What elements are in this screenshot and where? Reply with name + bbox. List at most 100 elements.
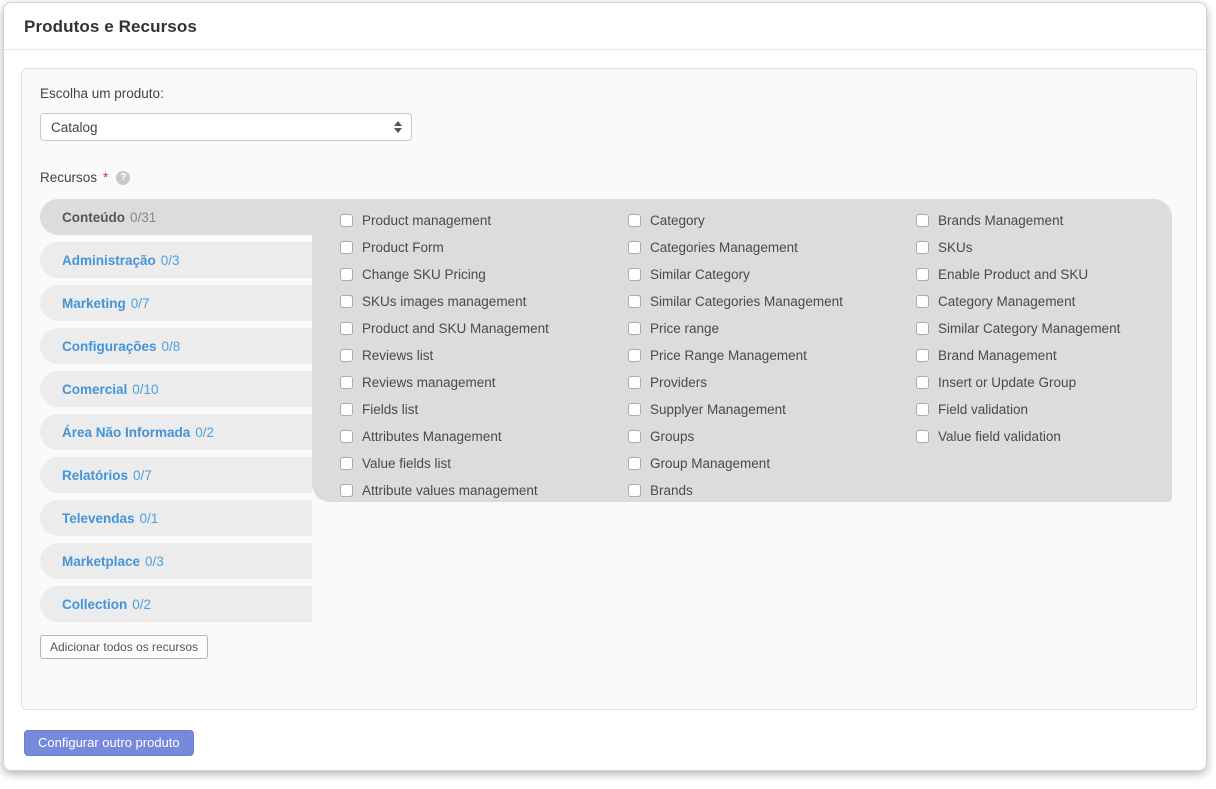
resource-checkbox[interactable] [916, 430, 929, 443]
resource-item-similar-category-management[interactable]: Similar Category Management [916, 315, 1172, 342]
tab-count: 0/7 [133, 467, 152, 483]
resource-item-product-and-sku-management[interactable]: Product and SKU Management [340, 315, 628, 342]
tab-collection[interactable]: Collection 0/2 [40, 586, 312, 622]
resource-checkbox-label: Similar Categories Management [650, 294, 843, 309]
resource-item-skus-images-management[interactable]: SKUs images management [340, 288, 628, 315]
resource-checkbox[interactable] [340, 295, 353, 308]
resource-checkbox[interactable] [340, 322, 353, 335]
product-select[interactable]: Catalog [40, 113, 412, 141]
resource-item-providers[interactable]: Providers [628, 369, 916, 396]
resource-item-product-management[interactable]: Product management [340, 207, 628, 234]
resource-checkbox[interactable] [916, 295, 929, 308]
resource-checkbox-label: Categories Management [650, 240, 798, 255]
resource-checkbox[interactable] [340, 376, 353, 389]
resource-checkbox[interactable] [628, 430, 641, 443]
resource-item-fields-list[interactable]: Fields list [340, 396, 628, 423]
tab-count: 0/8 [161, 338, 181, 354]
resource-item-categories-management[interactable]: Categories Management [628, 234, 916, 261]
resource-item-attributes-management[interactable]: Attributes Management [340, 423, 628, 450]
resource-item-reviews-list[interactable]: Reviews list [340, 342, 628, 369]
resource-checkbox[interactable] [628, 295, 641, 308]
resource-item-similar-category[interactable]: Similar Category [628, 261, 916, 288]
resource-checkbox-label: Category [650, 213, 705, 228]
resource-item-price-range[interactable]: Price range [628, 315, 916, 342]
resource-item-value-field-validation[interactable]: Value field validation [916, 423, 1172, 450]
tab-marketing[interactable]: Marketing 0/7 [40, 285, 312, 321]
resource-checkbox-label: Fields list [362, 402, 419, 417]
resource-item-brands[interactable]: Brands [628, 477, 916, 504]
resource-item-skus[interactable]: SKUs [916, 234, 1172, 261]
resource-checkbox[interactable] [628, 457, 641, 470]
resource-item-supplyer-management[interactable]: Supplyer Management [628, 396, 916, 423]
resource-item-product-form[interactable]: Product Form [340, 234, 628, 261]
resource-item-enable-product-and-sku[interactable]: Enable Product and SKU [916, 261, 1172, 288]
resource-item-brands-management[interactable]: Brands Management [916, 207, 1172, 234]
resource-checkbox[interactable] [340, 403, 353, 416]
resource-checkbox-label: Brands Management [938, 213, 1064, 228]
resource-checkbox[interactable] [916, 241, 929, 254]
resource-checkbox-label: Groups [650, 429, 695, 444]
configure-other-product-button[interactable]: Configurar outro produto [24, 730, 194, 756]
resource-checkbox[interactable] [916, 268, 929, 281]
tab-area-nao-informada[interactable]: Área Não Informada 0/2 [40, 414, 312, 450]
resource-checkbox[interactable] [340, 241, 353, 254]
resource-checkbox[interactable] [916, 349, 929, 362]
checkbox-column: Category Categories Management Similar Cat… [628, 207, 916, 502]
tab-count: 0/2 [132, 596, 152, 612]
resource-checkbox[interactable] [628, 403, 641, 416]
tab-televendas[interactable]: Televendas 0/1 [40, 500, 312, 536]
resource-checkbox[interactable] [916, 214, 929, 227]
resource-item-insert-or-update-group[interactable]: Insert or Update Group [916, 369, 1172, 396]
resource-checkbox[interactable] [628, 241, 641, 254]
add-all-resources-button[interactable]: Adicionar todos os recursos [40, 635, 209, 659]
tab-conteudo[interactable]: Conteúdo 0/31 [40, 199, 312, 235]
tab-count: 0/3 [145, 553, 164, 569]
resource-checkbox[interactable] [916, 322, 929, 335]
resource-item-price-range-management[interactable]: Price Range Management [628, 342, 916, 369]
resource-checkbox[interactable] [628, 322, 641, 335]
tab-label: Área Não Informada [62, 424, 191, 440]
resource-item-category[interactable]: Category [628, 207, 916, 234]
resource-checkbox-label: Value field validation [938, 429, 1061, 444]
resource-checkbox[interactable] [340, 457, 353, 470]
resource-checkbox[interactable] [340, 214, 353, 227]
resource-checkbox[interactable] [340, 484, 353, 497]
resource-checkbox-label: Change SKU Pricing [362, 267, 486, 282]
resource-item-groups[interactable]: Groups [628, 423, 916, 450]
resource-checkbox[interactable] [916, 376, 929, 389]
tab-count: 0/10 [132, 381, 159, 397]
title-divider [4, 49, 1206, 50]
tab-relatorios[interactable]: Relatórios 0/7 [40, 457, 312, 493]
resource-checkbox[interactable] [916, 403, 929, 416]
tab-comercial[interactable]: Comercial 0/10 [40, 371, 312, 407]
resource-item-reviews-management[interactable]: Reviews management [340, 369, 628, 396]
resource-item-similar-categories-management[interactable]: Similar Categories Management [628, 288, 916, 315]
required-marker: * [103, 170, 109, 185]
resource-checkbox[interactable] [628, 349, 641, 362]
resources-form-panel: Escolha um produto: Catalog Recursos * ?… [21, 68, 1197, 710]
tab-administracao[interactable]: Administração 0/3 [40, 242, 312, 278]
resource-checkbox[interactable] [628, 214, 641, 227]
resource-checkbox[interactable] [340, 268, 353, 281]
resource-item-change-sku-pricing[interactable]: Change SKU Pricing [340, 261, 628, 288]
tab-configuracoes[interactable]: Configurações 0/8 [40, 328, 312, 364]
resource-checkbox[interactable] [340, 349, 353, 362]
resource-item-category-management[interactable]: Category Management [916, 288, 1172, 315]
tab-marketplace[interactable]: Marketplace 0/3 [40, 543, 312, 579]
resource-item-value-fields-list[interactable]: Value fields list [340, 450, 628, 477]
resource-item-group-management[interactable]: Group Management [628, 450, 916, 477]
resource-checkbox[interactable] [628, 484, 641, 497]
resource-item-attribute-values-management[interactable]: Attribute values management [340, 477, 628, 504]
resource-checkbox[interactable] [340, 430, 353, 443]
resource-checkbox[interactable] [628, 268, 641, 281]
resource-item-brand-management[interactable]: Brand Management [916, 342, 1172, 369]
resource-checkbox[interactable] [628, 376, 641, 389]
resource-checkbox-label: Supplyer Management [650, 402, 786, 417]
resource-item-field-validation[interactable]: Field validation [916, 396, 1172, 423]
resource-checkbox-label: Insert or Update Group [938, 375, 1077, 390]
resource-checkbox-label: Similar Category Management [938, 321, 1121, 336]
resource-checkbox-label: Reviews list [362, 348, 434, 363]
resource-checkbox-label: SKUs images management [362, 294, 527, 309]
help-question-icon[interactable]: ? [116, 170, 131, 185]
tab-count: 0/31 [130, 209, 157, 225]
